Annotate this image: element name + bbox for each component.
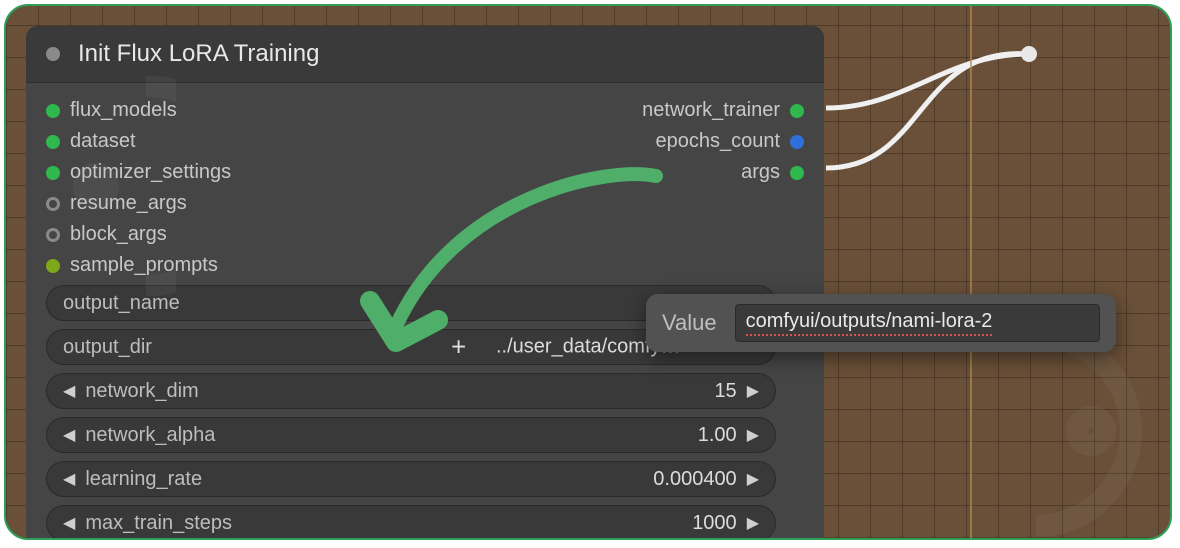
increment-icon[interactable]: ▶ xyxy=(747,469,759,489)
port-dot[interactable] xyxy=(790,166,804,180)
increment-icon[interactable]: ▶ xyxy=(747,381,759,401)
decrement-icon[interactable]: ◀ xyxy=(63,425,75,445)
deco-arc-left xyxy=(4,76,176,296)
decrement-icon[interactable]: ◀ xyxy=(63,469,75,489)
param-network-alpha[interactable]: ◀ network_alpha 1.00 ▶ xyxy=(46,417,776,453)
decrement-icon[interactable]: ◀ xyxy=(63,381,75,401)
node-title: Init Flux LoRA Training xyxy=(78,40,319,68)
increment-icon[interactable]: ▶ xyxy=(747,513,759,533)
value-editor-input[interactable]: comfyui/outputs/nami-lora-2 xyxy=(735,304,1100,342)
deco-arc-right xyxy=(1016,326,1172,540)
value-editor-popup[interactable]: Value comfyui/outputs/nami-lora-2 xyxy=(646,294,1116,352)
param-max-train-steps[interactable]: ◀ max_train_steps 1000 ▶ xyxy=(46,505,776,540)
app-canvas[interactable]: Init Flux LoRA Training flux_models data… xyxy=(4,4,1172,540)
wire-junction-dot xyxy=(1021,46,1037,62)
port-dot[interactable] xyxy=(790,104,804,118)
value-editor-label: Value xyxy=(662,310,717,336)
node-header[interactable]: Init Flux LoRA Training xyxy=(26,26,824,83)
decrement-icon[interactable]: ◀ xyxy=(63,513,75,533)
param-learning-rate[interactable]: ◀ learning_rate 0.000400 ▶ xyxy=(46,461,776,497)
output-port-epochs-count[interactable]: epochs_count xyxy=(655,130,804,153)
port-dot[interactable] xyxy=(790,135,804,149)
output-port-network-trainer[interactable]: network_trainer xyxy=(642,99,804,122)
node-collapse-dot[interactable] xyxy=(46,47,60,61)
increment-icon[interactable]: ▶ xyxy=(747,425,759,445)
param-network-dim[interactable]: ◀ network_dim 15 ▶ xyxy=(46,373,776,409)
output-ports: network_trainer epochs_count args xyxy=(642,93,804,277)
output-port-args[interactable]: args xyxy=(741,161,804,184)
